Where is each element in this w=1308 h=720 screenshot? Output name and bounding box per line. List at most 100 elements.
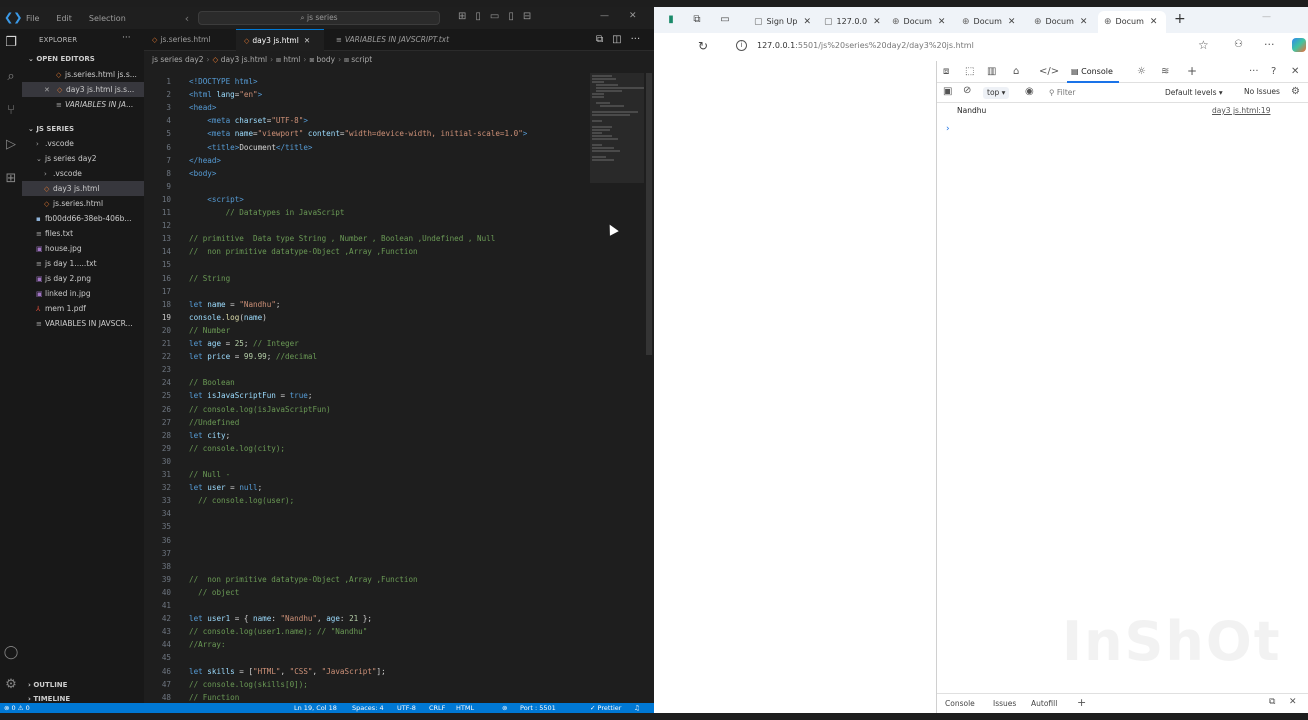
open-editor-item[interactable]: ◇ js.series.html js.s... <box>22 67 144 82</box>
live-server-port[interactable]: Port : 5501 <box>520 703 556 713</box>
code-line[interactable]: 39 // non primitive datatype-Object ,Arra… <box>144 573 590 586</box>
close-drawer-icon[interactable]: ✕ <box>1289 697 1297 707</box>
breadcrumb-file[interactable]: day3 js.html <box>221 55 267 64</box>
encoding[interactable]: UTF-8 <box>397 703 416 713</box>
menu-selection[interactable]: Selection <box>89 14 126 23</box>
favorite-star-icon[interactable]: ☆ <box>1198 38 1209 52</box>
code-line[interactable]: 20 // Number <box>144 324 590 337</box>
code-line[interactable]: 12 <box>144 219 590 232</box>
network-wifi-icon[interactable]: ≋ <box>1161 66 1169 77</box>
tree-item[interactable]: ▪ fb00dd66-38eb-406b... <box>22 211 144 226</box>
line-ending[interactable]: CRLF <box>429 703 445 713</box>
tree-item[interactable]: ◇ day3 js.html <box>22 181 144 196</box>
code-line[interactable]: 8 <body> <box>144 167 590 180</box>
command-center-search[interactable]: ⌕ js series <box>198 11 440 25</box>
menu-file[interactable]: File <box>26 14 39 23</box>
toggle-panel-icon[interactable]: ▭ <box>490 11 499 22</box>
code-line[interactable]: 14 // non primitive datatype-Object ,Arra… <box>144 245 590 258</box>
extensions-icon[interactable]: ⊞ <box>3 171 19 187</box>
tree-item[interactable]: ⅄ mem 1.pdf <box>22 301 144 316</box>
copilot-icon[interactable]: ⊞ <box>458 11 466 22</box>
more-options-icon[interactable]: ··· <box>1249 66 1259 77</box>
close-tab-icon[interactable]: ✕ <box>1080 17 1088 27</box>
cursor-position[interactable]: Ln 19, Col 18 <box>294 703 337 713</box>
drawer-tab-autofill[interactable]: Autofill <box>1031 699 1057 708</box>
code-line[interactable]: 26 // console.log(isJavaScriptFun) <box>144 403 590 416</box>
close-tab-icon[interactable]: ✕ <box>873 17 881 27</box>
inspect-element-icon[interactable]: ⬚ <box>965 66 974 77</box>
customize-layout-icon[interactable]: ⊟ <box>523 11 531 22</box>
code-line[interactable]: 25 let isJavaScriptFun = true; <box>144 389 590 402</box>
new-tab-icon[interactable]: + <box>1174 11 1186 27</box>
code-line[interactable]: 10 <script> <box>144 193 590 206</box>
tab-js-series-html[interactable]: ◇ js.series.html <box>144 29 232 51</box>
code-editor[interactable]: 1 <!DOCTYPE html> 2 <html lang="en"> 3 <head>… <box>144 67 590 703</box>
copilot-icon[interactable] <box>1292 38 1306 52</box>
more-actions-icon[interactable]: ··· <box>122 33 131 43</box>
log-levels-dropdown[interactable]: Default levels ▾ <box>1165 88 1223 97</box>
accounts-icon[interactable]: ◯ <box>3 645 19 661</box>
close-tab-icon[interactable]: ✕ <box>803 17 811 27</box>
code-line[interactable]: 11 // Datatypes in JavaScript <box>144 206 590 219</box>
more-actions-icon[interactable]: ··· <box>631 34 641 45</box>
dock-drawer-icon[interactable]: ⧉ <box>1269 697 1275 707</box>
open-editor-item[interactable]: ✕ ◇ day3 js.html js.s... <box>22 82 144 97</box>
console-filter-input[interactable]: ⚲ Filter <box>1049 86 1149 100</box>
code-line[interactable]: 33 // console.log(user); <box>144 494 590 507</box>
code-line[interactable]: 6 <title>Document</title> <box>144 141 590 154</box>
manage-gear-icon[interactable]: ⚙ <box>3 677 19 693</box>
browser-tab-localhost[interactable]: ▢ 127.0.0 ✕ <box>818 11 884 33</box>
extensions-icon[interactable]: ⚇ <box>1234 39 1243 50</box>
browser-tab-document[interactable]: ⊕ Docum ✕ <box>886 11 954 33</box>
add-drawer-tab-icon[interactable]: + <box>1077 696 1086 709</box>
search-view-icon[interactable]: ⌕ <box>3 69 19 85</box>
outline-header[interactable]: › OUTLINE <box>28 681 67 689</box>
code-line[interactable]: 47 // console.log(skills[0]); <box>144 678 590 691</box>
code-line[interactable]: 42 let user1 = { name: "Nandhu", age: 21 … <box>144 612 590 625</box>
issues-counter[interactable]: No Issues <box>1244 87 1280 96</box>
open-preview-icon[interactable]: ⧉ <box>596 34 603 45</box>
tree-item[interactable]: ◇ js.series.html <box>22 196 144 211</box>
code-line[interactable]: 23 <box>144 363 590 376</box>
code-line[interactable]: 4 <meta charset="UTF-8"> <box>144 114 590 127</box>
notifications-bell-icon[interactable]: ♫ <box>634 703 640 713</box>
browser-tab-document-active[interactable]: ⊕ Docum ✕ <box>1098 11 1166 33</box>
code-line[interactable]: 43 // console.log(user1.name); // "Nandhu… <box>144 625 590 638</box>
folder-header[interactable]: ⌄ JS SERIES <box>28 125 74 133</box>
code-line[interactable]: 21 let age = 25; // Integer <box>144 337 590 350</box>
source-control-icon[interactable]: ⑂ <box>3 103 19 119</box>
close-tab-icon[interactable]: ✕ <box>1008 17 1016 27</box>
code-line[interactable]: 24 // Boolean <box>144 376 590 389</box>
code-line[interactable]: 31 // Null - <box>144 468 590 481</box>
log-source-link[interactable]: day3 js.html:19 <box>1212 106 1270 115</box>
code-line[interactable]: 29 // console.log(city); <box>144 442 590 455</box>
show-sidebar-icon[interactable]: ▣ <box>943 86 952 97</box>
code-line[interactable]: 40 // object <box>144 586 590 599</box>
toggle-secondary-sidebar-icon[interactable]: ▯ <box>508 11 514 22</box>
browser-tab-document[interactable]: ⊕ Docum ✕ <box>956 11 1026 33</box>
browser-tab-signup[interactable]: ▢ Sign Up ✕ <box>748 11 816 33</box>
open-editors-header[interactable]: ⌄ OPEN EDITORS <box>28 55 95 63</box>
code-line[interactable]: 34 <box>144 507 590 520</box>
close-devtools-icon[interactable]: ✕ <box>1291 66 1299 77</box>
code-line[interactable]: 13 // primitive Data type String , Number… <box>144 232 590 245</box>
elements-tab-icon[interactable]: </> <box>1039 66 1059 77</box>
menu-edit[interactable]: Edit <box>56 14 72 23</box>
tree-item[interactable]: ▣ linked in.jpg <box>22 286 144 301</box>
edge-profile-icon[interactable]: ▮ <box>664 13 678 27</box>
code-line[interactable]: 45 <box>144 651 590 664</box>
tab-console[interactable]: ▤ Console <box>1067 61 1119 83</box>
breadcrumb-body[interactable]: body <box>317 55 336 64</box>
code-line[interactable]: 36 <box>144 534 590 547</box>
device-toolbar-icon[interactable]: ⧈ <box>943 66 949 77</box>
tree-item[interactable]: ≡ files.txt <box>22 226 144 241</box>
address-bar[interactable]: 127.0.0.1:5501/js%20series%20day2/day3%2… <box>757 41 974 50</box>
code-line[interactable]: 5 <meta name="viewport" content="width=d… <box>144 127 590 140</box>
clear-console-icon[interactable]: ⊘ <box>963 85 971 96</box>
site-info-icon[interactable]: i <box>736 40 747 51</box>
toggle-sidebar-icon[interactable]: ▯ <box>475 11 481 22</box>
code-line[interactable]: 30 <box>144 455 590 468</box>
workspaces-icon[interactable]: ⧉ <box>690 13 704 27</box>
vertical-scrollbar[interactable] <box>646 73 652 355</box>
tree-item[interactable]: ▣ js day 2.png <box>22 271 144 286</box>
